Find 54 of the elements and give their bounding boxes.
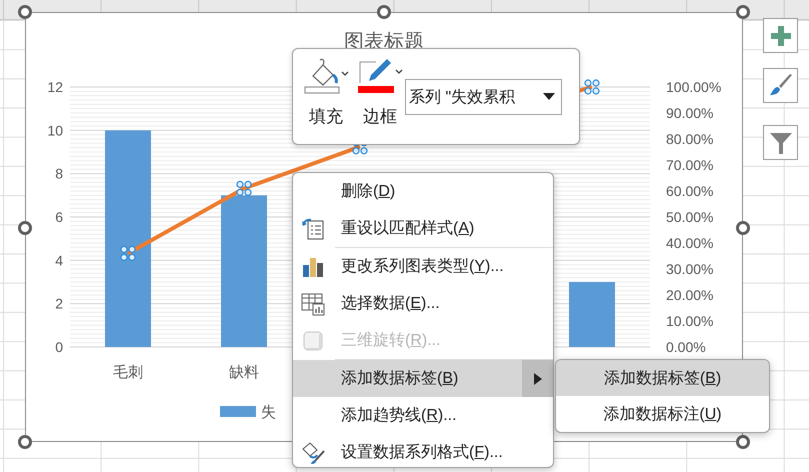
- selection-marker: [584, 79, 600, 95]
- menu-item[interactable]: 添加数据标注(U): [556, 396, 769, 432]
- axis-label: 0.00%: [666, 339, 706, 355]
- menu-item[interactable]: 重设以匹配样式(A): [335, 210, 553, 248]
- paint-bucket-icon: [303, 56, 349, 94]
- axis-label: 50.00%: [666, 209, 714, 225]
- chart-filter-button[interactable]: [763, 125, 798, 160]
- axis-label: 40.00%: [666, 235, 714, 251]
- pencil-icon: [357, 56, 403, 94]
- menu-item[interactable]: 删除(D): [293, 173, 553, 210]
- resize-handle[interactable]: [18, 221, 32, 235]
- axis-label: 4: [55, 252, 63, 268]
- submenu-arrow-icon: [534, 372, 542, 384]
- axis-label: 6: [55, 209, 63, 225]
- axis-label: 10.00%: [666, 313, 714, 329]
- axis-label: 0: [55, 339, 63, 355]
- category-label: 缺料: [229, 364, 259, 381]
- axis-label: 20.00%: [666, 287, 714, 303]
- fill-button[interactable]: 填充: [303, 56, 349, 128]
- menu-item[interactable]: 添加数据标签(B): [293, 360, 553, 397]
- resize-handle[interactable]: [18, 435, 32, 449]
- axis-label: 8: [55, 166, 63, 182]
- axis-label: 60.00%: [666, 183, 714, 199]
- axis-label: 80.00%: [666, 131, 714, 147]
- chart-styles-button[interactable]: [763, 68, 798, 103]
- cube-icon: [301, 328, 325, 352]
- menu-item[interactable]: 选择数据(E)...: [293, 285, 553, 322]
- table-icon: [301, 292, 325, 316]
- plus-icon: [770, 24, 792, 46]
- category-label: 毛刺: [113, 364, 143, 381]
- axis-label: 100.00%: [666, 79, 722, 95]
- selection-marker: [120, 246, 136, 261]
- axis-label: 10: [47, 122, 63, 138]
- selection-marker: [236, 180, 252, 196]
- legend-label: 失: [261, 404, 276, 421]
- axis-label: 70.00%: [666, 157, 714, 173]
- menu-item[interactable]: 设置数据系列格式(F)...: [293, 434, 553, 467]
- add-element-button[interactable]: [763, 18, 798, 53]
- axis-label: 2: [55, 296, 63, 312]
- axis-label: 12: [47, 79, 63, 95]
- resize-handle[interactable]: [736, 221, 750, 235]
- caret-icon: [543, 93, 555, 101]
- outline-button[interactable]: 边框: [357, 56, 403, 128]
- axis-label: 90.00%: [666, 105, 714, 121]
- axis-label: 30.00%: [666, 261, 714, 277]
- menu-item[interactable]: 更改系列图表类型(Y)...: [293, 248, 553, 285]
- menu-item[interactable]: 添加数据标签(B): [556, 360, 769, 396]
- menu-item[interactable]: 添加趋势线(R)...: [293, 397, 553, 434]
- paint-bucket-icon: [301, 440, 325, 464]
- bar: [569, 282, 615, 347]
- legend-entry: 失: [220, 404, 276, 421]
- resize-handle[interactable]: [736, 435, 750, 449]
- series-dropdown[interactable]: 系列 "失效累积: [405, 79, 562, 115]
- reset-icon: [301, 216, 325, 240]
